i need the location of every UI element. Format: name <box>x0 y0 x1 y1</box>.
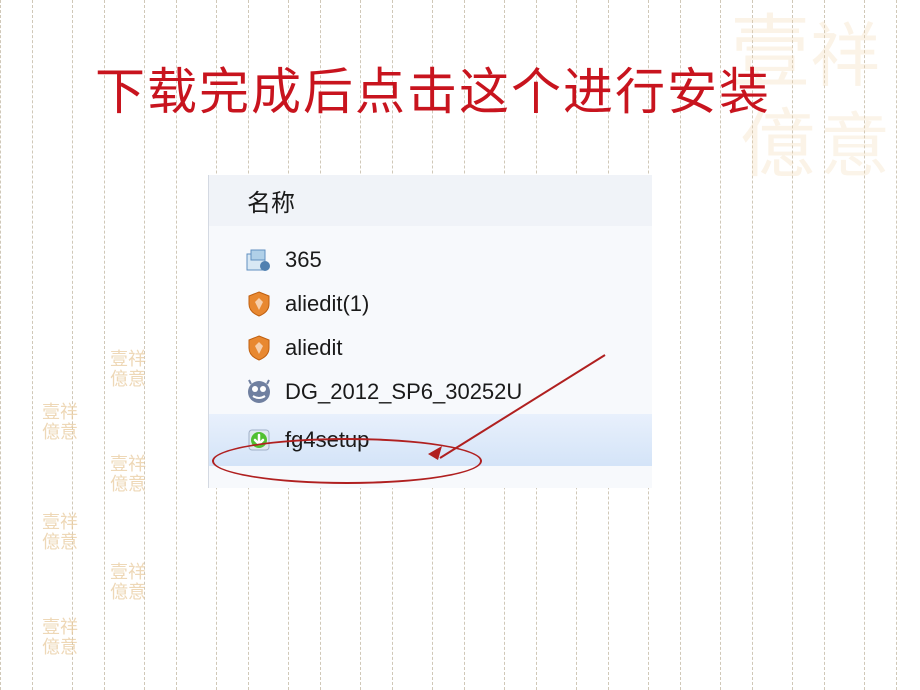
svg-text:壹祥: 壹祥 <box>110 349 146 369</box>
seal-decoration-3: 壹祥億意 <box>108 450 148 498</box>
svg-text:億意: 億意 <box>110 582 146 602</box>
page-title: 下载完成后点击这个进行安装 <box>95 52 771 124</box>
seal-decoration-1: 壹祥億意 <box>108 345 148 393</box>
file-name-label: aliedit <box>285 335 342 361</box>
svg-text:壹祥: 壹祥 <box>110 562 146 582</box>
app-icon <box>245 378 273 406</box>
shield-icon <box>245 290 273 318</box>
seal-decoration-2: 壹祥億意 <box>40 398 80 446</box>
column-header-name[interactable]: 名称 <box>209 175 652 226</box>
file-item-365[interactable]: 365 <box>245 238 616 282</box>
download-icon <box>245 426 273 454</box>
seal-decoration-5: 壹祥億意 <box>108 558 148 606</box>
file-item-aliedit[interactable]: aliedit <box>245 326 616 370</box>
svg-text:億意: 億意 <box>42 532 78 552</box>
file-item-fg4setup[interactable]: fg4setup <box>209 414 652 466</box>
seal-decoration-6: 壹祥億意 <box>40 613 80 661</box>
svg-text:億意: 億意 <box>110 474 146 494</box>
shield-icon <box>245 334 273 362</box>
svg-text:壹祥: 壹祥 <box>42 617 78 637</box>
file-item-dg2012[interactable]: DG_2012_SP6_30252U <box>245 370 616 414</box>
installer-icon <box>245 246 273 274</box>
svg-text:意: 意 <box>820 109 890 186</box>
file-list: 365 aliedit(1) aliedit <box>209 226 652 478</box>
file-name-label: 365 <box>285 247 322 273</box>
svg-text:壹祥: 壹祥 <box>42 512 78 532</box>
file-name-label: DG_2012_SP6_30252U <box>285 379 522 405</box>
svg-text:壹祥: 壹祥 <box>110 454 146 474</box>
file-name-label: fg4setup <box>285 427 369 453</box>
svg-text:壹祥: 壹祥 <box>42 402 78 422</box>
svg-text:億意: 億意 <box>42 422 78 442</box>
svg-text:億意: 億意 <box>42 637 78 657</box>
file-name-label: aliedit(1) <box>285 291 369 317</box>
file-explorer: 名称 365 aliedit(1) <box>208 175 652 488</box>
svg-text:億意: 億意 <box>110 369 146 389</box>
seal-decoration-4: 壹祥億意 <box>40 508 80 556</box>
file-item-aliedit1[interactable]: aliedit(1) <box>245 282 616 326</box>
svg-text:祥: 祥 <box>810 19 880 96</box>
